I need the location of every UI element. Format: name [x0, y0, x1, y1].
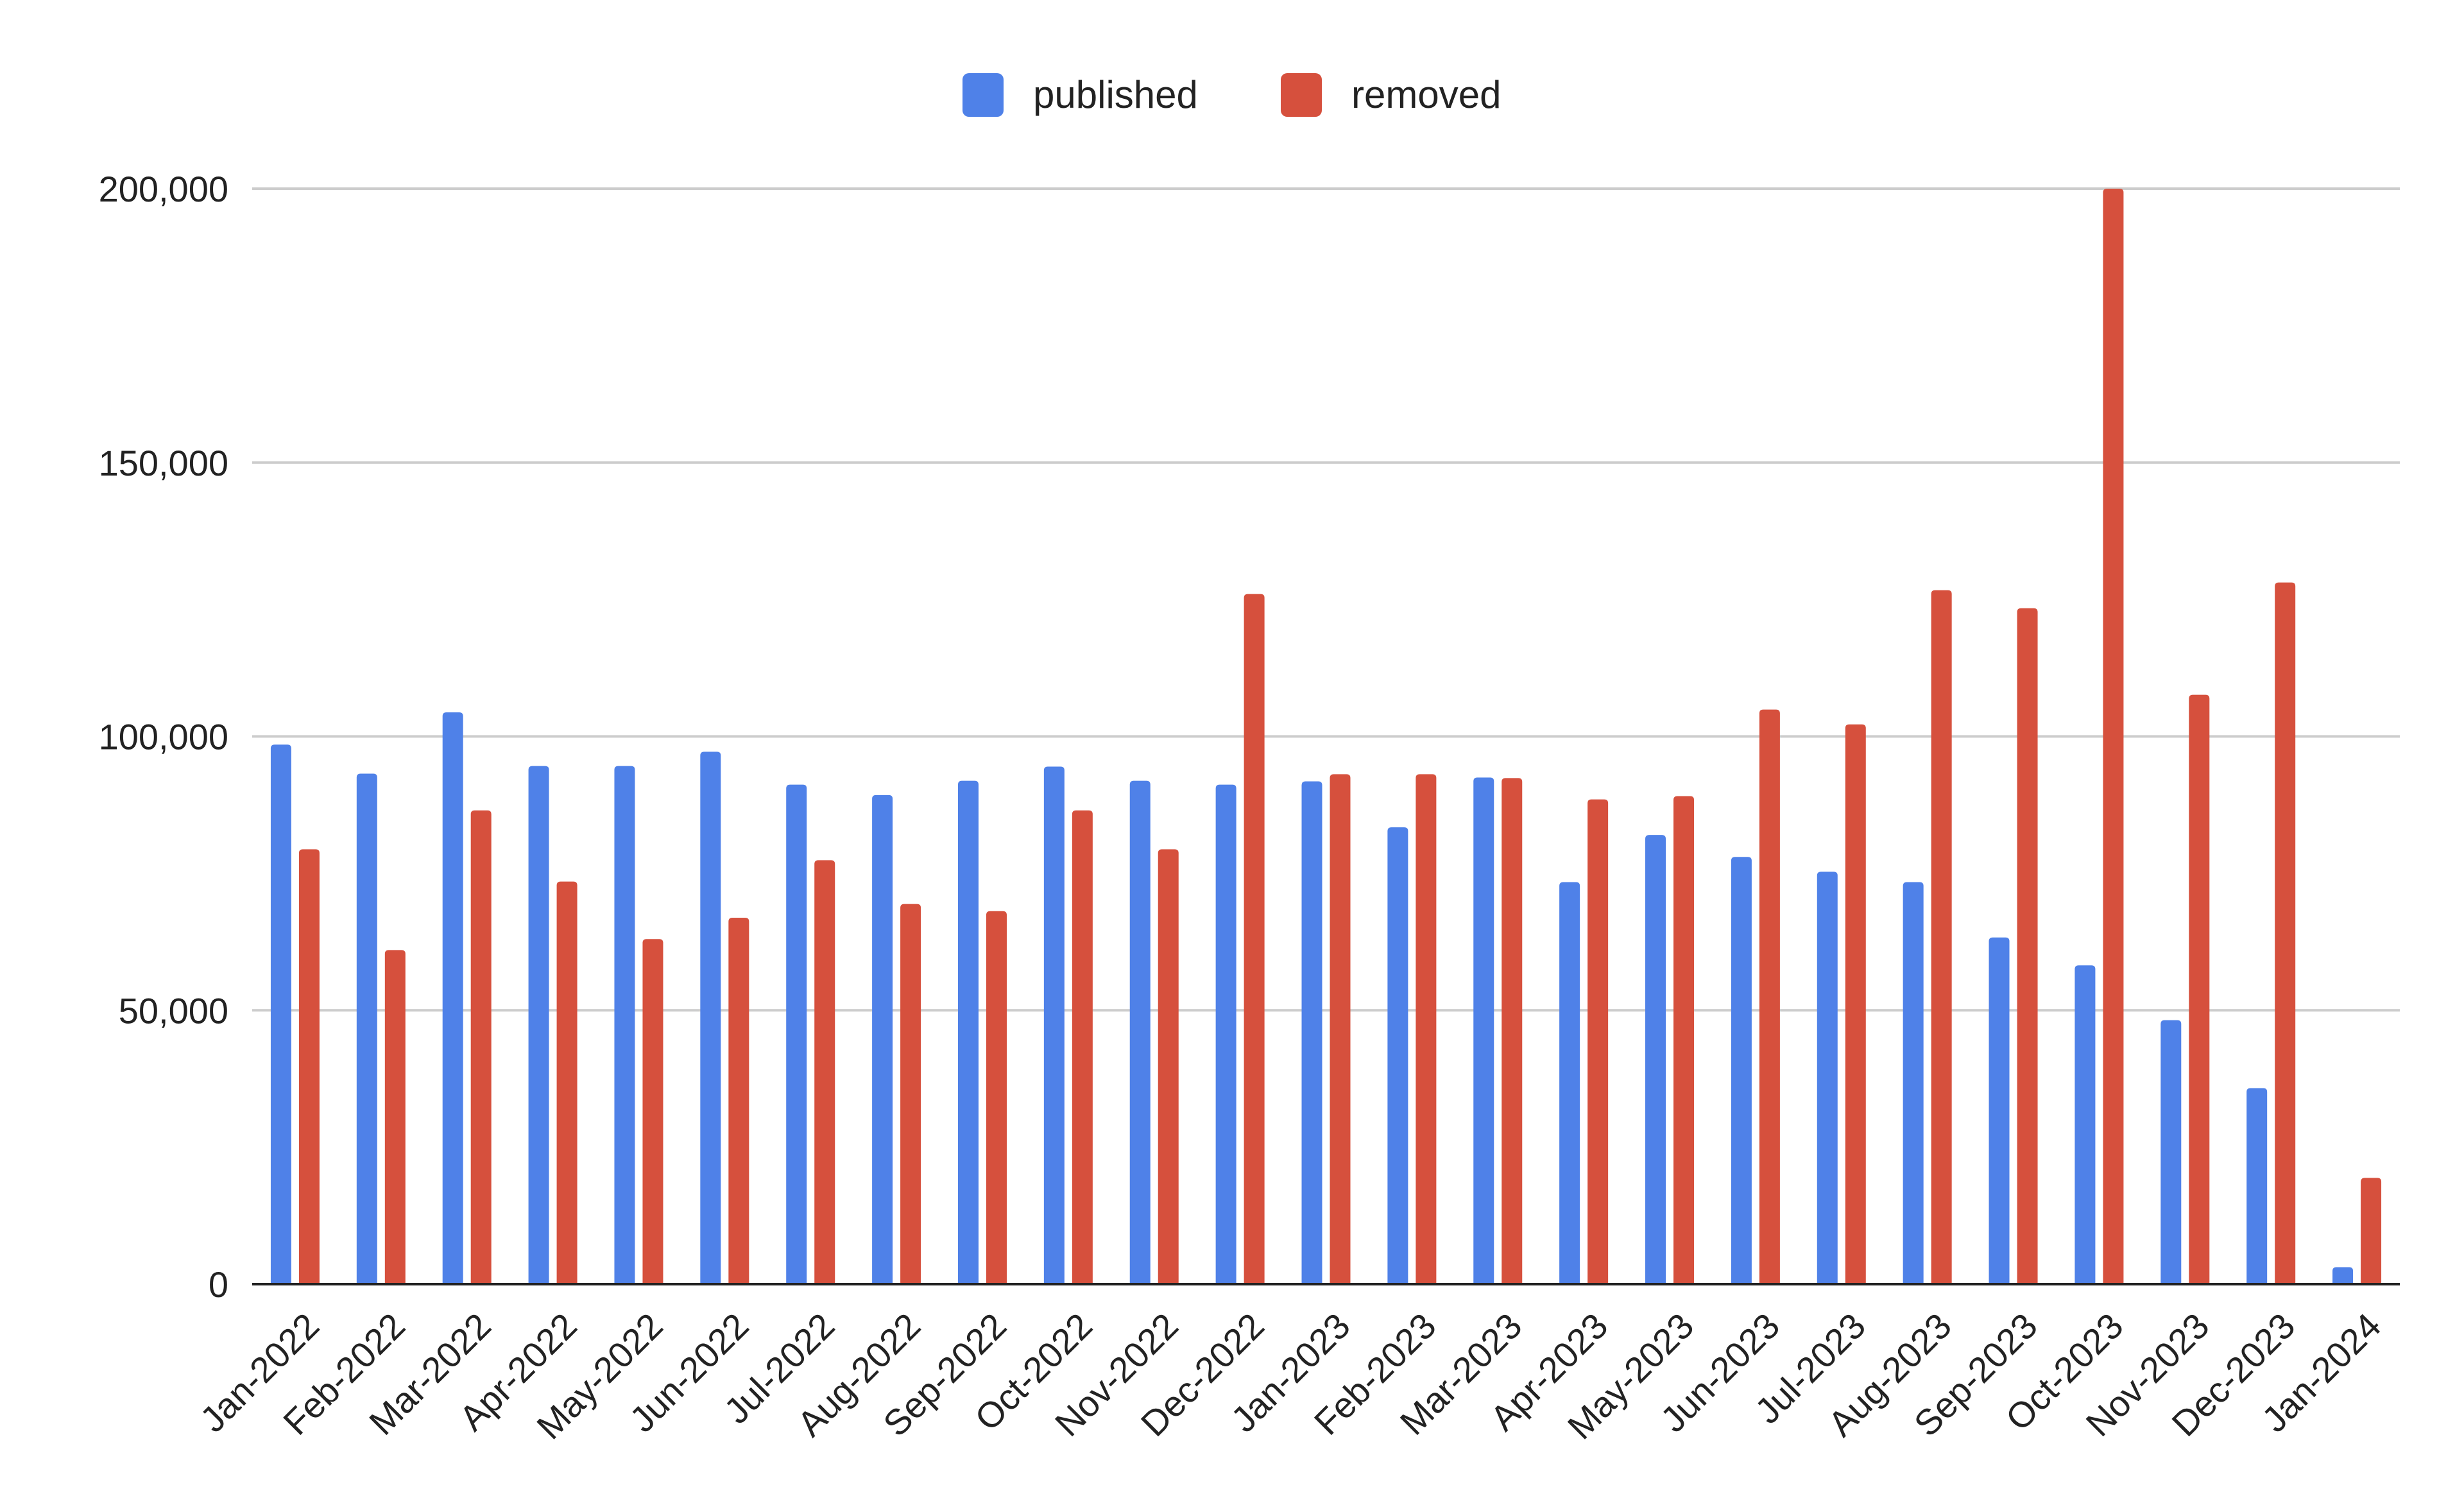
bar-published-Apr-2023[interactable] — [1559, 882, 1580, 1284]
bar-removed-Oct-2022[interactable] — [1072, 810, 1093, 1284]
bar-published-Nov-2023[interactable] — [2160, 1020, 2182, 1284]
bar-published-Jul-2022[interactable] — [786, 784, 807, 1284]
y-axis-tick-labels: 0 50,000 100,000 150,000 200,000 — [99, 169, 228, 1305]
bar-published-Mar-2023[interactable] — [1473, 777, 1494, 1284]
bar-removed-Jul-2023[interactable] — [1845, 724, 1866, 1284]
bar-group-Sep-2023 — [1989, 608, 2038, 1284]
bar-removed-Apr-2022[interactable] — [556, 881, 578, 1284]
bar-chart: published removed 0 50,000 100,000 150,000 2… — [99, 73, 2400, 1447]
y-tick-label: 50,000 — [119, 990, 228, 1031]
bar-removed-Nov-2022[interactable] — [1158, 849, 1179, 1284]
bar-published-Feb-2022[interactable] — [356, 773, 377, 1284]
bar-published-Apr-2022[interactable] — [528, 766, 549, 1284]
bar-group-Jul-2022 — [786, 784, 835, 1284]
bar-removed-Aug-2023[interactable] — [1931, 590, 1952, 1284]
bar-published-Jan-2022[interactable] — [270, 744, 291, 1284]
x-axis-tick-labels: Jan-2022Feb-2022Mar-2022Apr-2022May-2022… — [193, 1305, 2389, 1447]
bar-published-Aug-2022[interactable] — [872, 795, 893, 1284]
y-tick-label: 150,000 — [99, 443, 228, 483]
bar-removed-Nov-2023[interactable] — [2189, 694, 2210, 1284]
bar-published-Dec-2023[interactable] — [2246, 1088, 2268, 1284]
bar-published-Mar-2022[interactable] — [442, 712, 463, 1284]
bar-group-Aug-2022 — [872, 795, 921, 1284]
bar-published-Oct-2022[interactable] — [1043, 766, 1065, 1284]
bar-group-Mar-2022 — [442, 712, 492, 1284]
bar-removed-Feb-2022[interactable] — [384, 950, 406, 1284]
bar-removed-Mar-2023[interactable] — [1502, 778, 1523, 1284]
bar-removed-Dec-2022[interactable] — [1244, 594, 1265, 1284]
bar-published-Sep-2023[interactable] — [1989, 937, 2010, 1284]
bar-published-Jan-2023[interactable] — [1301, 781, 1322, 1284]
bar-removed-Sep-2022[interactable] — [986, 911, 1007, 1284]
bar-published-Jun-2022[interactable] — [700, 752, 721, 1284]
legend-swatch-published — [963, 73, 1004, 117]
bar-removed-Apr-2023[interactable] — [1587, 799, 1609, 1284]
y-tick-label: 0 — [209, 1264, 228, 1305]
bar-removed-Jun-2023[interactable] — [1759, 709, 1780, 1284]
bar-removed-Oct-2023[interactable] — [2103, 189, 2124, 1284]
bar-removed-Jun-2022[interactable] — [728, 918, 749, 1284]
bar-group-Sep-2022 — [957, 780, 1007, 1284]
bar-published-Feb-2023[interactable] — [1387, 827, 1408, 1284]
legend-label-removed: removed — [1351, 73, 1501, 116]
bar-published-Nov-2022[interactable] — [1129, 780, 1151, 1284]
bar-published-May-2023[interactable] — [1645, 835, 1666, 1284]
bar-published-May-2022[interactable] — [614, 766, 635, 1284]
bar-group-Oct-2022 — [1043, 766, 1093, 1284]
legend: published removed — [963, 73, 1501, 117]
bar-removed-May-2022[interactable] — [642, 939, 663, 1284]
bar-removed-Aug-2022[interactable] — [900, 904, 921, 1284]
bar-removed-Jul-2022[interactable] — [814, 860, 835, 1284]
legend-label-published: published — [1033, 73, 1198, 116]
bar-group-Feb-2022 — [356, 773, 406, 1284]
bar-group-Jan-2023 — [1301, 774, 1351, 1284]
bar-group-Apr-2023 — [1559, 799, 1609, 1284]
bar-published-Jan-2024[interactable] — [2332, 1267, 2354, 1284]
bar-published-Oct-2023[interactable] — [2075, 965, 2096, 1284]
bar-removed-Jan-2023[interactable] — [1330, 774, 1351, 1284]
legend-item-published[interactable]: published — [963, 73, 1198, 117]
bar-group-May-2023 — [1645, 796, 1695, 1284]
bar-group-Mar-2023 — [1473, 777, 1523, 1284]
bar-group-Apr-2022 — [528, 766, 578, 1284]
bar-published-Jul-2023[interactable] — [1817, 872, 1838, 1284]
bar-removed-Dec-2023[interactable] — [2275, 582, 2296, 1284]
bar-published-Aug-2023[interactable] — [1903, 882, 1924, 1284]
y-tick-label: 200,000 — [99, 169, 228, 209]
bar-group-Feb-2023 — [1387, 774, 1437, 1284]
bar-removed-May-2023[interactable] — [1673, 796, 1695, 1284]
bar-group-Jun-2022 — [700, 752, 749, 1284]
bar-published-Jun-2023[interactable] — [1731, 857, 1752, 1284]
bar-group-Nov-2022 — [1129, 780, 1179, 1284]
bar-group-Jul-2023 — [1817, 724, 1866, 1284]
bar-group-Dec-2022 — [1215, 594, 1265, 1284]
bar-group-May-2022 — [614, 766, 663, 1284]
bar-removed-Jan-2024[interactable] — [2361, 1178, 2382, 1284]
bar-group-Dec-2023 — [2246, 582, 2296, 1284]
bar-removed-Feb-2023[interactable] — [1416, 774, 1437, 1284]
bar-group-Jun-2023 — [1731, 709, 1780, 1284]
bar-group-Jan-2024 — [2332, 1178, 2382, 1284]
bar-removed-Mar-2022[interactable] — [470, 810, 492, 1284]
bar-group-Jan-2022 — [270, 744, 320, 1284]
bar-published-Dec-2022[interactable] — [1215, 784, 1236, 1284]
legend-item-removed[interactable]: removed — [1281, 73, 1501, 117]
y-tick-label: 100,000 — [99, 717, 228, 757]
bar-removed-Jan-2022[interactable] — [298, 849, 320, 1284]
bar-group-Aug-2023 — [1903, 590, 1952, 1284]
bar-group-Nov-2023 — [2160, 694, 2210, 1284]
bar-removed-Sep-2023[interactable] — [2017, 608, 2038, 1284]
legend-swatch-removed — [1281, 73, 1322, 117]
bar-published-Sep-2022[interactable] — [957, 780, 979, 1284]
